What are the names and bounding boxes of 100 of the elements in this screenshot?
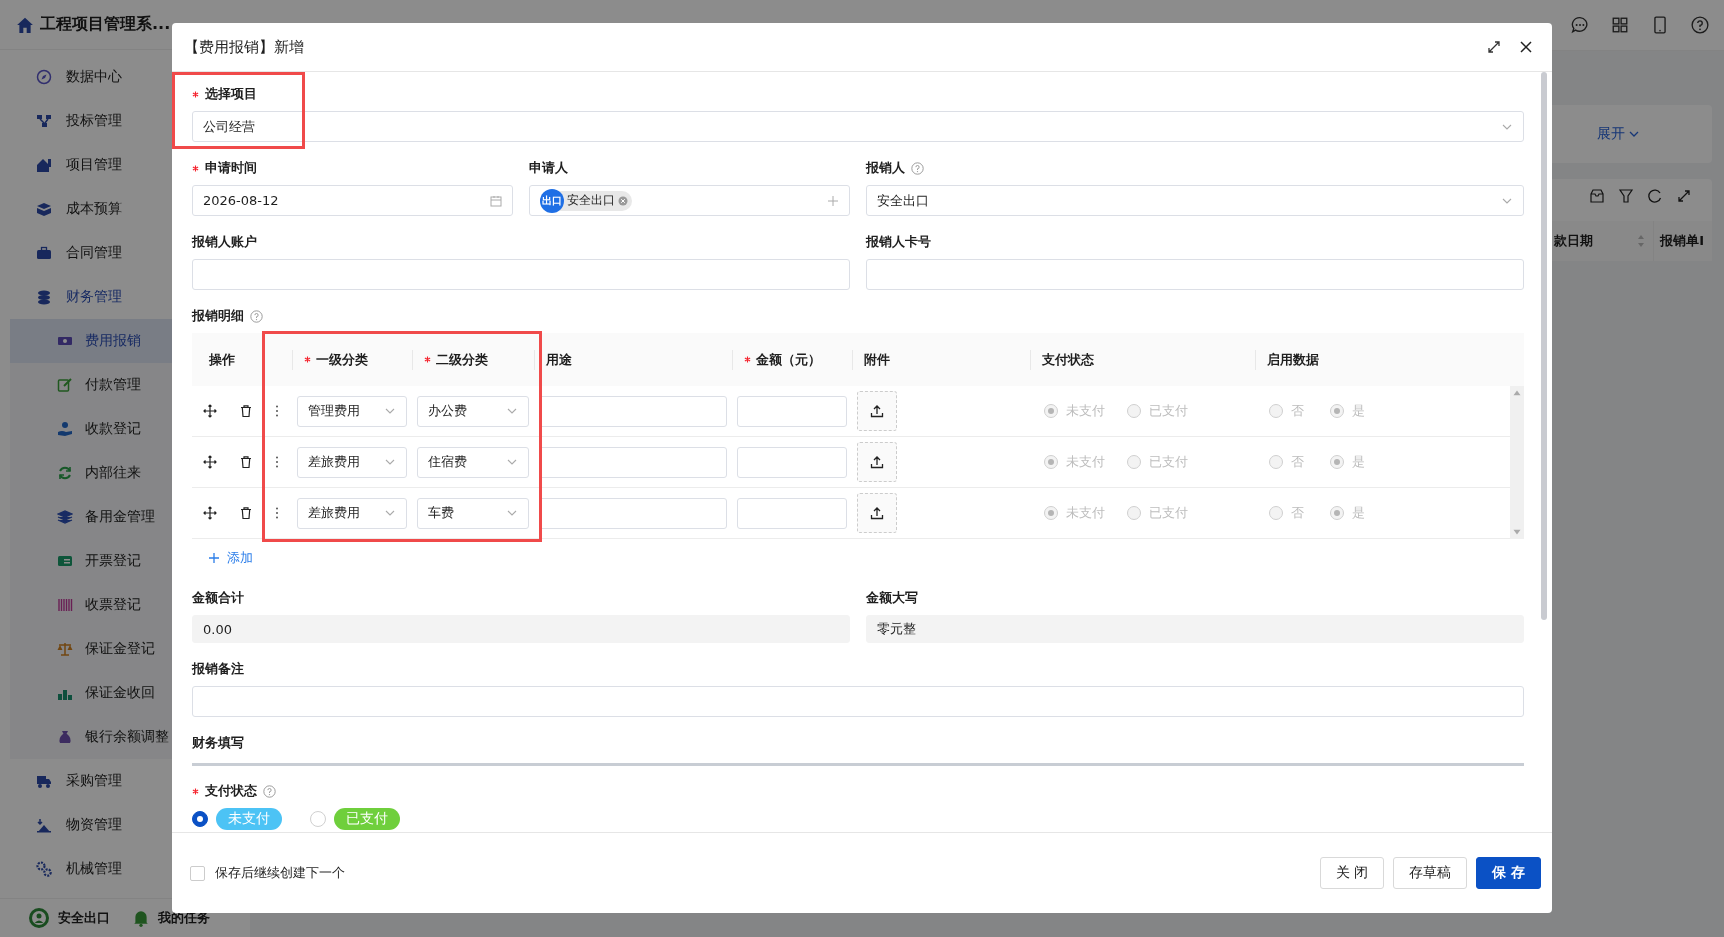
column-header[interactable]: 报销单I bbox=[1653, 221, 1712, 261]
user-tag[interactable]: 出口 安全出口 bbox=[540, 190, 632, 211]
section-title: 财务填写 bbox=[192, 734, 244, 752]
trash-icon[interactable] bbox=[238, 404, 253, 418]
user-avatar: 出口 bbox=[540, 188, 564, 213]
upload-icon bbox=[870, 404, 884, 418]
required-icon bbox=[304, 356, 311, 363]
plus-icon bbox=[208, 552, 220, 564]
field-label: 金额合计 bbox=[192, 589, 244, 607]
input-field[interactable] bbox=[737, 497, 847, 529]
warehouse-icon bbox=[36, 817, 52, 833]
required-icon bbox=[192, 164, 199, 172]
move-icon[interactable] bbox=[202, 506, 217, 520]
refresh-icon[interactable] bbox=[1647, 188, 1663, 204]
bell-icon[interactable] bbox=[132, 909, 150, 927]
avatar-icon[interactable] bbox=[28, 907, 50, 929]
drag-handle-icon[interactable] bbox=[275, 455, 279, 469]
date-field[interactable]: 2026-08-12 bbox=[192, 185, 513, 216]
column-header: 启用数据 bbox=[1255, 333, 1510, 386]
status-tag: 已支付 bbox=[334, 808, 400, 830]
readonly-field: 零元整 bbox=[866, 615, 1524, 643]
box-icon bbox=[36, 201, 52, 217]
trash-icon[interactable] bbox=[238, 506, 253, 520]
checkbox[interactable]: 保存后继续创建下一个 bbox=[190, 864, 345, 882]
input-field[interactable] bbox=[539, 497, 727, 529]
input-field[interactable] bbox=[737, 446, 847, 478]
column-header: 用途 bbox=[534, 333, 732, 386]
sort-icon bbox=[1637, 234, 1646, 248]
submenu-item[interactable]: 备用金管理 bbox=[10, 495, 240, 539]
save-button[interactable]: 保 存 bbox=[1476, 857, 1541, 889]
input-field[interactable] bbox=[192, 686, 1524, 717]
barcode-icon bbox=[57, 597, 73, 613]
move-icon[interactable] bbox=[202, 455, 217, 469]
refresh-icon bbox=[57, 465, 73, 481]
expand-link[interactable]: 展开 bbox=[1597, 125, 1640, 143]
move-icon[interactable] bbox=[202, 404, 217, 418]
field-label: 报销人卡号 bbox=[866, 233, 931, 251]
field-label: 支付状态 bbox=[192, 782, 257, 800]
field-label: 选择项目 bbox=[192, 85, 257, 103]
scale-icon bbox=[57, 641, 73, 657]
input-field[interactable] bbox=[192, 259, 850, 290]
upload-button[interactable] bbox=[857, 442, 897, 482]
required-icon bbox=[424, 356, 431, 363]
upload-icon bbox=[870, 506, 884, 520]
drag-handle-icon[interactable] bbox=[275, 404, 279, 418]
filter-icon[interactable] bbox=[1618, 188, 1634, 204]
edit-icon bbox=[57, 377, 73, 393]
layers-icon bbox=[57, 509, 73, 525]
remove-icon[interactable] bbox=[618, 195, 628, 206]
column-header: 金额（元） bbox=[732, 333, 852, 386]
money-bag-icon bbox=[57, 729, 73, 745]
footer-button[interactable]: 关 闭 bbox=[1319, 857, 1385, 889]
dialog-title: 【费用报销】新增 bbox=[184, 37, 305, 57]
upload-button[interactable] bbox=[857, 493, 897, 533]
flow-icon bbox=[36, 113, 52, 129]
truck-icon bbox=[36, 773, 52, 789]
status-tag: 未支付 bbox=[216, 808, 282, 830]
close-icon[interactable] bbox=[1519, 40, 1533, 54]
input-field[interactable] bbox=[539, 446, 727, 478]
field-label: 申请人 bbox=[529, 159, 568, 177]
card-icon bbox=[57, 553, 73, 569]
field-label: 报销人账户 bbox=[192, 233, 257, 251]
chat-icon[interactable] bbox=[1571, 16, 1589, 34]
submenu-item[interactable]: 内部往来 bbox=[10, 451, 240, 495]
drag-handle-icon[interactable] bbox=[275, 506, 279, 520]
compass-icon bbox=[36, 69, 52, 85]
column-header: 二级分类 bbox=[412, 333, 534, 386]
phone-icon[interactable] bbox=[1651, 16, 1669, 34]
scrollbar[interactable] bbox=[1541, 72, 1547, 620]
required-icon bbox=[192, 787, 199, 795]
inbox-icon[interactable] bbox=[1589, 188, 1605, 204]
add-link[interactable]: 添加 bbox=[208, 549, 253, 567]
select-field[interactable]: 公司经营 bbox=[192, 111, 1524, 142]
help-icon[interactable] bbox=[1691, 16, 1709, 34]
user-tag-label: 安全出口 bbox=[567, 192, 615, 209]
required-icon bbox=[744, 356, 751, 363]
submenu-item[interactable]: 收款登记 bbox=[10, 407, 240, 451]
input-field[interactable] bbox=[866, 259, 1524, 290]
app-title: 工程项目管理系... bbox=[40, 14, 171, 35]
footer-button[interactable]: 存草稿 bbox=[1393, 857, 1468, 889]
upload-button[interactable] bbox=[857, 391, 897, 431]
user-name[interactable]: 安全出口 bbox=[58, 909, 110, 927]
field-label: 报销人 bbox=[866, 159, 905, 177]
column-header: 支付状态 bbox=[1030, 333, 1255, 386]
grid-icon[interactable] bbox=[1611, 16, 1629, 34]
calendar-icon bbox=[490, 194, 502, 207]
input-field[interactable] bbox=[539, 395, 727, 427]
house-icon bbox=[36, 157, 52, 173]
column-header: 附件 bbox=[852, 333, 1030, 386]
upload-icon bbox=[870, 455, 884, 469]
trash-icon[interactable] bbox=[238, 455, 253, 469]
select-field[interactable]: 安全出口 bbox=[866, 185, 1524, 216]
user-picker-field[interactable]: 出口 安全出口 bbox=[529, 185, 850, 216]
maximize-icon[interactable] bbox=[1487, 40, 1501, 54]
scrollbar[interactable] bbox=[1510, 386, 1524, 539]
coins-icon bbox=[36, 289, 52, 305]
input-field[interactable] bbox=[737, 395, 847, 427]
home-icon[interactable] bbox=[16, 15, 34, 34]
expand-icon[interactable] bbox=[1676, 188, 1692, 204]
field-label: 申请时间 bbox=[192, 159, 257, 177]
